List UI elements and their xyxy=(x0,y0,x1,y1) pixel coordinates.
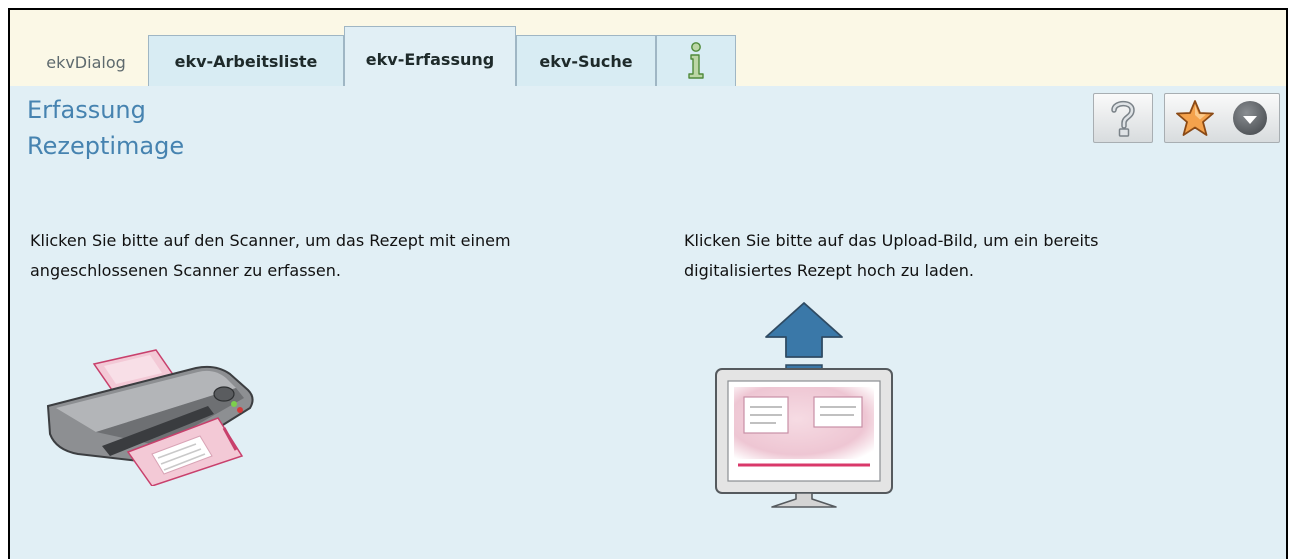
caret-down-icon[interactable] xyxy=(1233,101,1267,135)
app-label-text: ekvDialog xyxy=(46,52,126,72)
page-subtitle: Rezeptimage xyxy=(27,132,185,160)
upload-instruction-line1: Klicken Sie bitte auf das Upload-Bild, u… xyxy=(684,231,1099,250)
star-icon xyxy=(1176,100,1214,136)
scanner-instruction-line1: Klicken Sie bitte auf den Scanner, um da… xyxy=(30,231,511,250)
info-icon xyxy=(688,42,704,79)
tab-suche[interactable]: ekv-Suche xyxy=(516,35,656,87)
scanner-instruction-line2: angeschlossenen Scanner zu erfassen. xyxy=(30,261,341,280)
scanner-icon[interactable] xyxy=(38,346,268,486)
tab-info[interactable] xyxy=(656,35,736,87)
upload-monitor-icon[interactable] xyxy=(704,301,904,513)
page-title: Erfassung xyxy=(27,96,146,124)
scanner-instruction: Klicken Sie bitte auf den Scanner, um da… xyxy=(30,226,650,286)
tab-suche-label: ekv-Suche xyxy=(539,51,633,71)
app-frame: ekvDialog ekv-Arbeitsliste ekv-Erfassung… xyxy=(8,8,1288,559)
tab-bar: ekvDialog ekv-Arbeitsliste ekv-Erfassung… xyxy=(10,10,1286,87)
app-label: ekvDialog xyxy=(24,37,148,87)
tab-erfassung[interactable]: ekv-Erfassung xyxy=(344,26,516,87)
tab-erfassung-label: ekv-Erfassung xyxy=(365,50,495,69)
upload-instruction: Klicken Sie bitte auf das Upload-Bild, u… xyxy=(684,226,1298,286)
upload-instruction-line2: digitalisiertes Rezept hoch zu laden. xyxy=(684,261,974,280)
tab-arbeitsliste-label: ekv-Arbeitsliste xyxy=(174,51,318,71)
question-mark-icon xyxy=(1111,100,1135,137)
tab-arbeitsliste[interactable]: ekv-Arbeitsliste xyxy=(148,35,344,87)
help-button[interactable] xyxy=(1093,93,1153,143)
favorites-button[interactable] xyxy=(1164,93,1280,143)
main-panel: Erfassung Rezeptimage Klicken Sie bitte … xyxy=(10,86,1286,559)
